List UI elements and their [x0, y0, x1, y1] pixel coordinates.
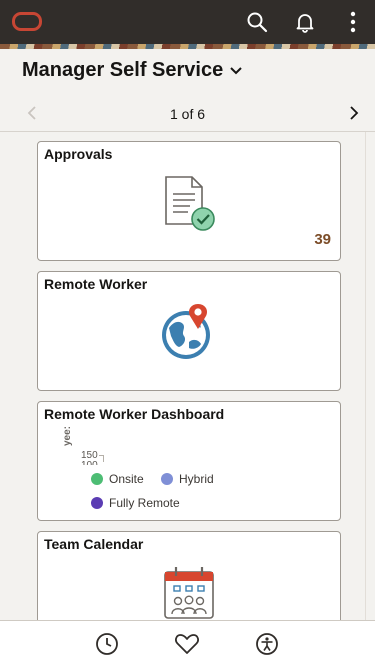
content-scrollbar[interactable]: [365, 132, 375, 620]
tile-remote-worker[interactable]: Remote Worker: [37, 271, 341, 391]
legend-label: Hybrid: [179, 472, 214, 486]
notifications-button[interactable]: [291, 8, 319, 36]
page-indicator: 1 of 6: [169, 106, 206, 122]
legend-swatch: [91, 473, 103, 485]
heart-icon: [175, 634, 199, 654]
legend-item-hybrid[interactable]: Hybrid: [161, 472, 214, 486]
bottom-toolbar: [0, 620, 375, 667]
tile-title: Remote Worker: [44, 276, 148, 292]
legend-swatch: [91, 497, 103, 509]
legend-label: Onsite: [109, 472, 144, 486]
search-icon: [247, 12, 268, 33]
tile-grid: Approvals 39 Remote Worker Remote Worker…: [0, 132, 375, 620]
chevron-right-icon: [350, 106, 359, 120]
chart-tick-label: 100: [81, 460, 98, 465]
bell-icon: [296, 14, 314, 33]
chart-axis-line: [99, 455, 104, 462]
recent-places-button[interactable]: [94, 631, 120, 657]
tile-remote-worker-dashboard[interactable]: Remote Worker Dashboard yee: 150 100 Ons…: [37, 401, 341, 521]
tile-team-calendar[interactable]: Team Calendar: [37, 531, 341, 620]
approvals-count-badge: 39: [314, 231, 331, 248]
top-bar: [0, 0, 375, 44]
page-title: Manager Self Service: [22, 59, 224, 81]
document-check-icon: [165, 176, 215, 231]
search-button[interactable]: [243, 8, 271, 36]
legend-label: Fully Remote: [109, 496, 180, 510]
calendar-team-icon: [164, 567, 214, 619]
tile-approvals[interactable]: Approvals 39: [37, 141, 341, 261]
homepage-selector[interactable]: Manager Self Service: [22, 59, 243, 82]
legend-swatch: [161, 473, 173, 485]
more-vertical-icon: [350, 11, 356, 33]
clock-icon: [96, 633, 118, 655]
app: Manager Self Service 1 of 6 Approvals 39…: [0, 0, 375, 667]
tile-title: Approvals: [44, 146, 113, 162]
more-options-button[interactable]: [339, 8, 367, 36]
globe-location-icon: [162, 304, 210, 359]
legend-item-onsite[interactable]: Onsite: [91, 472, 144, 486]
chart-axis-label: yee:: [62, 425, 73, 446]
chevron-down-icon: [229, 66, 243, 76]
favorites-button[interactable]: [174, 631, 200, 657]
accessibility-icon: [256, 633, 278, 655]
pager: 1 of 6: [0, 99, 375, 127]
tile-title: Team Calendar: [44, 536, 144, 552]
legend-item-fully-remote[interactable]: Fully Remote: [91, 496, 180, 510]
page-header: Manager Self Service 1 of 6: [0, 49, 375, 132]
oracle-logo[interactable]: [12, 12, 42, 31]
tile-title: Remote Worker Dashboard: [44, 406, 225, 422]
accessibility-button[interactable]: [254, 631, 280, 657]
next-page-button[interactable]: [344, 103, 364, 123]
